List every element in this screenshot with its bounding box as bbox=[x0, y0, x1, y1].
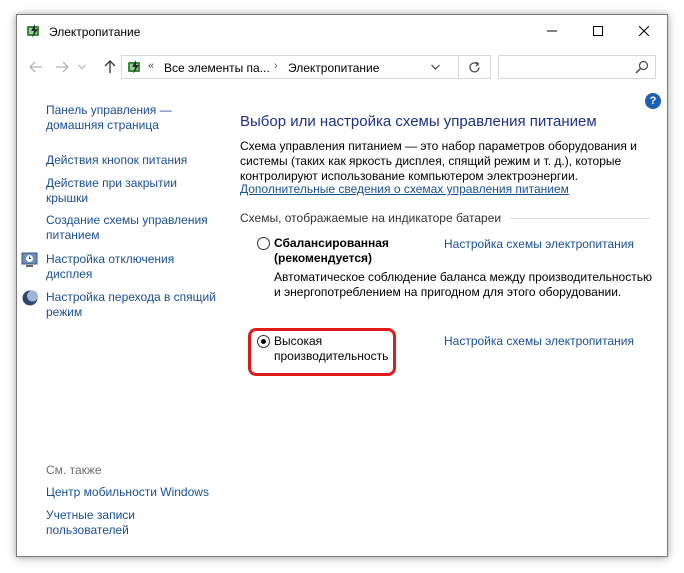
address-bar[interactable]: « Все элементы па... › Электропитание bbox=[121, 55, 491, 79]
refresh-button[interactable] bbox=[458, 56, 490, 78]
back-button[interactable] bbox=[25, 55, 47, 79]
power-options-icon bbox=[27, 24, 39, 38]
balanced-plan-radio[interactable] bbox=[257, 237, 270, 250]
create-plan-link[interactable]: Создание схемы управления питанием bbox=[46, 213, 216, 243]
chevron-down-icon bbox=[78, 64, 86, 70]
search-box[interactable] bbox=[498, 55, 656, 79]
plans-group-title: Схемы, отображаемые на индикаторе батаре… bbox=[240, 211, 502, 225]
window-title: Электропитание bbox=[49, 25, 141, 39]
high-performance-plan-settings-link[interactable]: Настройка схемы электропитания bbox=[444, 334, 634, 349]
mobility-center-link[interactable]: Центр мобильности Windows bbox=[46, 485, 226, 500]
navigation-bar: « Все элементы па... › Электропитание bbox=[17, 49, 667, 85]
page-description: Схема управления питанием — это набор па… bbox=[240, 139, 637, 183]
breadcrumb-overflow[interactable]: « bbox=[148, 60, 154, 72]
breadcrumb-all-items[interactable]: Все элементы па... bbox=[164, 61, 270, 75]
balanced-plan-name[interactable]: Сбалансированная (рекомендуется) bbox=[274, 236, 434, 266]
left-pane: Панель управления — домашняя страница Де… bbox=[17, 85, 227, 555]
maximize-button[interactable] bbox=[575, 15, 621, 47]
close-button[interactable] bbox=[621, 15, 667, 47]
breadcrumb-separator[interactable]: › bbox=[274, 60, 278, 72]
search-icon bbox=[635, 60, 649, 74]
lid-close-link[interactable]: Действие при закрытии крышки bbox=[46, 176, 216, 206]
forward-button[interactable] bbox=[51, 55, 73, 79]
recent-locations-button[interactable] bbox=[75, 55, 89, 79]
address-dropdown-button[interactable] bbox=[428, 59, 442, 75]
selection-highlight bbox=[248, 328, 396, 376]
balanced-plan-settings-link[interactable]: Настройка схемы электропитания bbox=[444, 237, 634, 252]
display-off-link[interactable]: Настройка отключения дисплея bbox=[46, 252, 216, 282]
maximize-icon bbox=[593, 26, 603, 36]
refresh-icon bbox=[469, 61, 480, 72]
power-buttons-link[interactable]: Действия кнопок питания bbox=[46, 153, 216, 168]
user-accounts-link[interactable]: Учетные записи пользователей bbox=[46, 508, 196, 538]
minimize-icon bbox=[547, 30, 557, 32]
more-info-link[interactable]: Дополнительные сведения о схемах управле… bbox=[240, 182, 569, 196]
balanced-plan-description: Автоматическое соблюдение баланса между … bbox=[274, 270, 652, 299]
sleep-settings-link[interactable]: Настройка перехода в спящий режим bbox=[46, 290, 216, 320]
minimize-button[interactable] bbox=[529, 15, 575, 47]
see-also-heading: См. также bbox=[46, 463, 102, 477]
moon-icon bbox=[22, 290, 38, 306]
page-title: Выбор или настройка схемы управления пит… bbox=[240, 113, 597, 130]
breadcrumb-power-options[interactable]: Электропитание bbox=[288, 61, 379, 75]
main-content: Выбор или настройка схемы управления пит… bbox=[240, 85, 660, 555]
arrow-left-icon bbox=[29, 61, 42, 73]
arrow-up-icon bbox=[104, 60, 116, 73]
control-panel-icon bbox=[128, 60, 140, 74]
power-options-window: Электропитание « Все элементы па... › Эл… bbox=[16, 14, 668, 557]
title-bar: Электропитание bbox=[17, 15, 667, 47]
group-divider bbox=[510, 218, 650, 219]
search-input[interactable] bbox=[503, 59, 623, 75]
control-panel-home-link[interactable]: Панель управления — домашняя страница bbox=[46, 103, 196, 133]
close-icon bbox=[639, 26, 649, 36]
clock-icon bbox=[21, 252, 38, 267]
arrow-right-icon bbox=[56, 61, 69, 73]
up-button[interactable] bbox=[99, 55, 121, 79]
chevron-down-icon bbox=[430, 64, 440, 70]
